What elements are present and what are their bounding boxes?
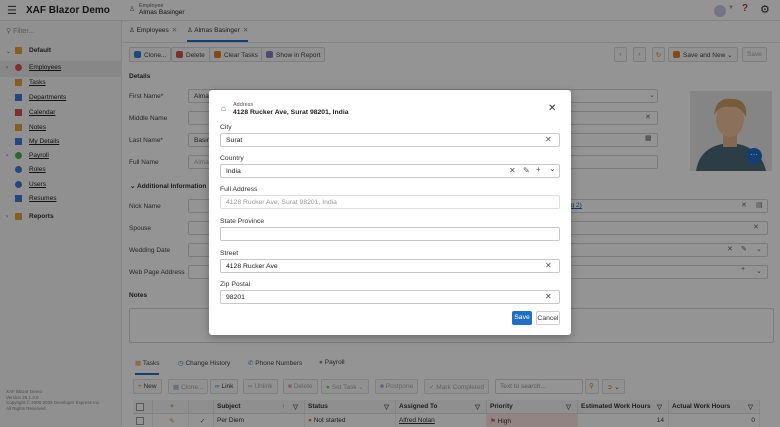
zip-postal-label: Zip Postal [220,281,251,288]
full-address-label: Full Address [220,186,258,193]
state-province-label: State Province [220,218,265,225]
clear-icon[interactable]: ✕ [545,135,552,144]
close-icon[interactable]: ✕ [548,103,556,114]
street-label: Street [220,250,239,257]
city-input[interactable]: Surat [220,133,560,147]
home-icon: ⌂ [221,104,226,113]
state-province-input[interactable] [220,227,560,241]
street-input[interactable]: 4128 Rucker Ave [220,259,560,273]
clear-icon[interactable]: ✕ [509,166,516,175]
clear-icon[interactable]: ✕ [545,261,552,270]
zip-postal-input[interactable]: 98201 [220,290,560,304]
add-icon[interactable]: + [536,165,541,174]
chevron-down-icon[interactable]: ⌄ [549,164,556,173]
full-address-field: 4128 Rucker Ave, Surat 98201, India [220,195,560,209]
clear-icon[interactable]: ✕ [545,292,552,301]
dialog-cancel-button[interactable]: Cancel [536,311,560,325]
dialog-caption: Address [233,102,254,108]
edit-icon[interactable]: ✎ [523,166,530,175]
dialog-save-button[interactable]: Save [512,311,532,325]
dialog-title: 4128 Rucker Ave, Surat 98201, India [233,109,349,116]
city-label: City [220,124,232,131]
country-label: Country [220,155,244,162]
address-dialog: ⌂ Address 4128 Rucker Ave, Surat 98201, … [209,90,571,335]
